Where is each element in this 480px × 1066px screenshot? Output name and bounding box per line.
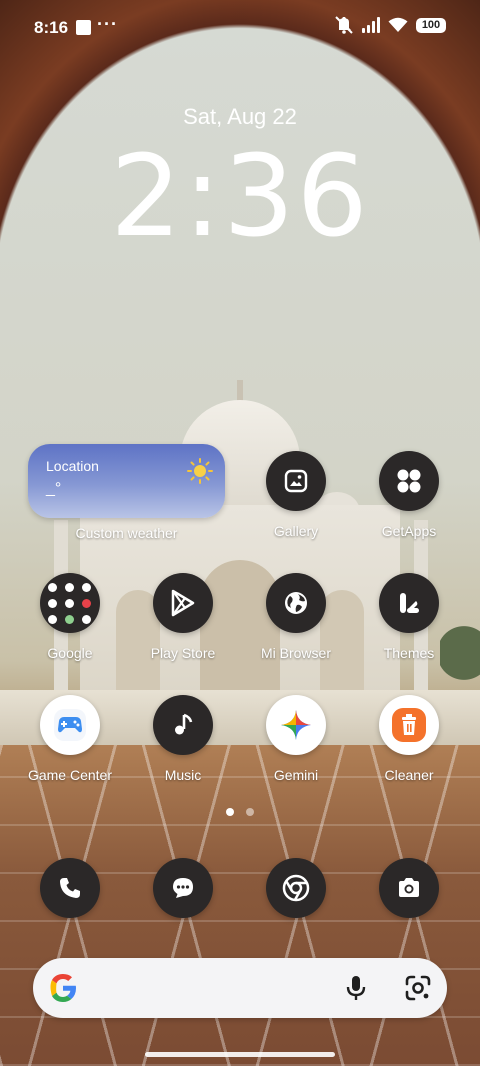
app-mi-browser[interactable]: Mi Browser [241, 573, 351, 661]
weather-temperature: _° [46, 480, 62, 497]
battery-icon: 100 [416, 17, 446, 33]
globe-icon [266, 573, 326, 633]
weather-widget[interactable]: Location _° [28, 444, 225, 518]
app-label: Play Store [150, 645, 216, 661]
messages-icon [153, 858, 213, 918]
google-lens-icon[interactable] [403, 973, 433, 1003]
trash-icon [379, 695, 439, 755]
app-cleaner[interactable]: Cleaner [354, 695, 464, 783]
more-notifications-icon: ··· [97, 14, 118, 34]
app-label: Cleaner [384, 767, 434, 783]
app-label: Google [47, 645, 93, 661]
phone-icon [40, 858, 100, 918]
getapps-icon [379, 451, 439, 511]
app-play-store[interactable]: Play Store [128, 573, 238, 661]
dock-messages[interactable] [128, 858, 238, 918]
google-folder-icon [40, 573, 100, 633]
camera-icon [379, 858, 439, 918]
app-gallery[interactable]: Gallery [241, 451, 351, 539]
page-indicator[interactable] [0, 808, 480, 816]
app-game-center[interactable]: Game Center [15, 695, 125, 783]
app-getapps[interactable]: GetApps [354, 451, 464, 539]
dock-chrome[interactable] [241, 858, 351, 918]
gesture-home-bar[interactable] [145, 1052, 335, 1057]
page-dot [246, 808, 254, 816]
gamepad-icon [40, 695, 100, 755]
music-note-icon [153, 695, 213, 755]
clock-date[interactable]: Sat, Aug 22 [0, 104, 480, 130]
app-label: Gallery [273, 523, 319, 539]
status-bar[interactable]: 8:16 ··· 100 [0, 0, 480, 56]
page-dot-active [226, 808, 234, 816]
gallery-icon [266, 451, 326, 511]
dock-camera[interactable] [354, 858, 464, 918]
status-time: 8:16 [34, 18, 69, 37]
app-music[interactable]: Music [128, 695, 238, 783]
chrome-icon [266, 858, 326, 918]
vibrate-off-icon [335, 16, 353, 34]
gemini-icon [266, 695, 326, 755]
microphone-icon[interactable] [341, 973, 371, 1003]
wifi-icon [388, 17, 408, 32]
signal-icon [362, 17, 380, 33]
notification-icon [76, 20, 91, 35]
app-label: Game Center [27, 767, 113, 783]
google-search-bar[interactable] [33, 958, 447, 1018]
app-label: Music [164, 767, 202, 783]
app-google-folder[interactable]: Google [15, 573, 125, 661]
play-store-icon [153, 573, 213, 633]
app-themes[interactable]: Themes [354, 573, 464, 661]
weather-location: Location [46, 458, 99, 474]
app-label: Gemini [273, 767, 319, 783]
weather-widget-label: Custom weather [75, 525, 178, 541]
app-label: Mi Browser [260, 645, 331, 661]
sun-icon [187, 458, 213, 484]
clock-time[interactable]: 2:36 [0, 132, 480, 262]
dock-phone[interactable] [15, 858, 125, 918]
google-logo-icon[interactable] [45, 970, 81, 1006]
app-label: GetApps [381, 523, 437, 539]
app-gemini[interactable]: Gemini [241, 695, 351, 783]
themes-icon [379, 573, 439, 633]
app-label: Themes [383, 645, 435, 661]
